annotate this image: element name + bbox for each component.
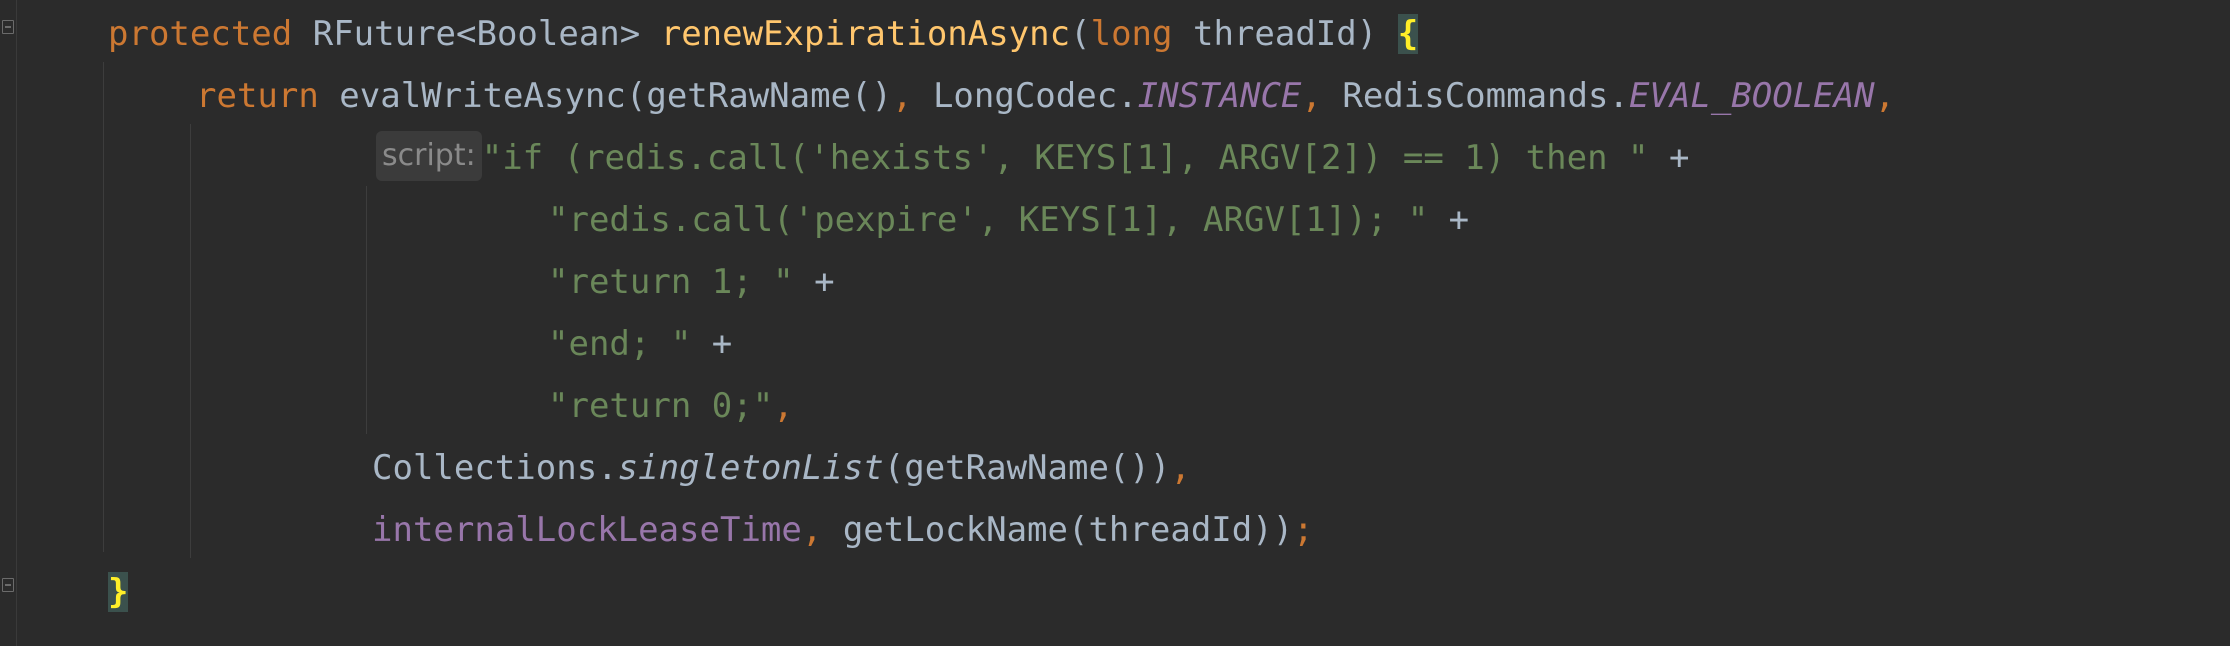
plus-operator: +: [793, 262, 835, 302]
param-name: threadId: [1172, 14, 1357, 54]
plus-operator: +: [1648, 138, 1690, 178]
comma: ,: [1170, 448, 1191, 488]
string-literal: "end; ": [548, 324, 692, 364]
eval-call: evalWriteAsync(getRawName(): [318, 76, 892, 116]
matched-brace-open: {: [1397, 14, 1419, 54]
codec-instance: INSTANCE: [1137, 76, 1302, 116]
code-line-9[interactable]: internalLockLeaseTime, getLockName(threa…: [372, 499, 1314, 561]
semicolon: ;: [1293, 510, 1314, 550]
indent-guide: [103, 62, 104, 552]
matched-brace-close: }: [108, 572, 129, 612]
eval-boolean-field: EVAL_BOOLEAN: [1628, 76, 1875, 116]
plus-operator: +: [1428, 200, 1470, 240]
get-lock-name-call: getLockName(threadId)): [822, 510, 1294, 550]
keyword-protected: protected: [108, 14, 293, 54]
parameter-hint-script: script:: [376, 131, 482, 181]
comma: ,: [1301, 76, 1322, 116]
fold-end-icon[interactable]: [2, 578, 14, 592]
keyword-return: return: [196, 76, 319, 116]
indent-guide: [366, 186, 367, 434]
code-editor[interactable]: protected RFuture<Boolean> renewExpirati…: [0, 0, 2230, 646]
code-line-8[interactable]: Collections.singletonList(getRawName()),: [372, 437, 1191, 499]
editor-gutter: [0, 0, 17, 646]
codec-class: LongCodec.: [912, 76, 1138, 116]
string-literal: "redis.call('pexpire', KEYS[1], ARGV[1])…: [548, 200, 1429, 240]
code-line-6[interactable]: "end; " +: [548, 313, 732, 375]
code-line-10[interactable]: }: [108, 561, 129, 623]
collections-class: Collections.: [372, 448, 618, 488]
code-line-1[interactable]: protected RFuture<Boolean> renewExpirati…: [108, 3, 1419, 65]
param-type: long: [1090, 14, 1173, 54]
comma: ,: [801, 510, 823, 550]
paren-close: ): [1356, 14, 1378, 54]
code-line-3[interactable]: script: "if (redis.call('hexists', KEYS[1…: [376, 127, 1689, 189]
comma: ,: [1874, 76, 1896, 116]
comma: ,: [773, 386, 794, 426]
lease-time-field: internalLockLeaseTime: [372, 510, 802, 550]
code-line-5[interactable]: "return 1; " +: [548, 251, 835, 313]
singleton-list-method: singletonList: [617, 448, 884, 488]
plus-operator: +: [691, 324, 733, 364]
method-name: renewExpirationAsync: [660, 14, 1071, 54]
string-literal: "return 1; ": [548, 262, 794, 302]
return-type: RFuture<Boolean>: [312, 14, 641, 54]
paren-open: (: [1070, 14, 1091, 54]
code-line-7[interactable]: "return 0;",: [548, 375, 794, 437]
string-literal: "if (redis.call('hexists', KEYS[1], ARGV…: [481, 138, 1649, 178]
indent-guide: [190, 124, 191, 558]
comma: ,: [891, 76, 913, 116]
string-literal: "return 0;": [548, 386, 774, 426]
code-line-2[interactable]: return evalWriteAsync(getRawName(), Long…: [196, 65, 1895, 127]
fold-collapse-icon[interactable]: [2, 20, 14, 34]
commands-class: RedisCommands.: [1321, 76, 1629, 116]
method-args: (getRawName()): [883, 448, 1171, 488]
code-line-4[interactable]: "redis.call('pexpire', KEYS[1], ARGV[1])…: [548, 189, 1469, 251]
